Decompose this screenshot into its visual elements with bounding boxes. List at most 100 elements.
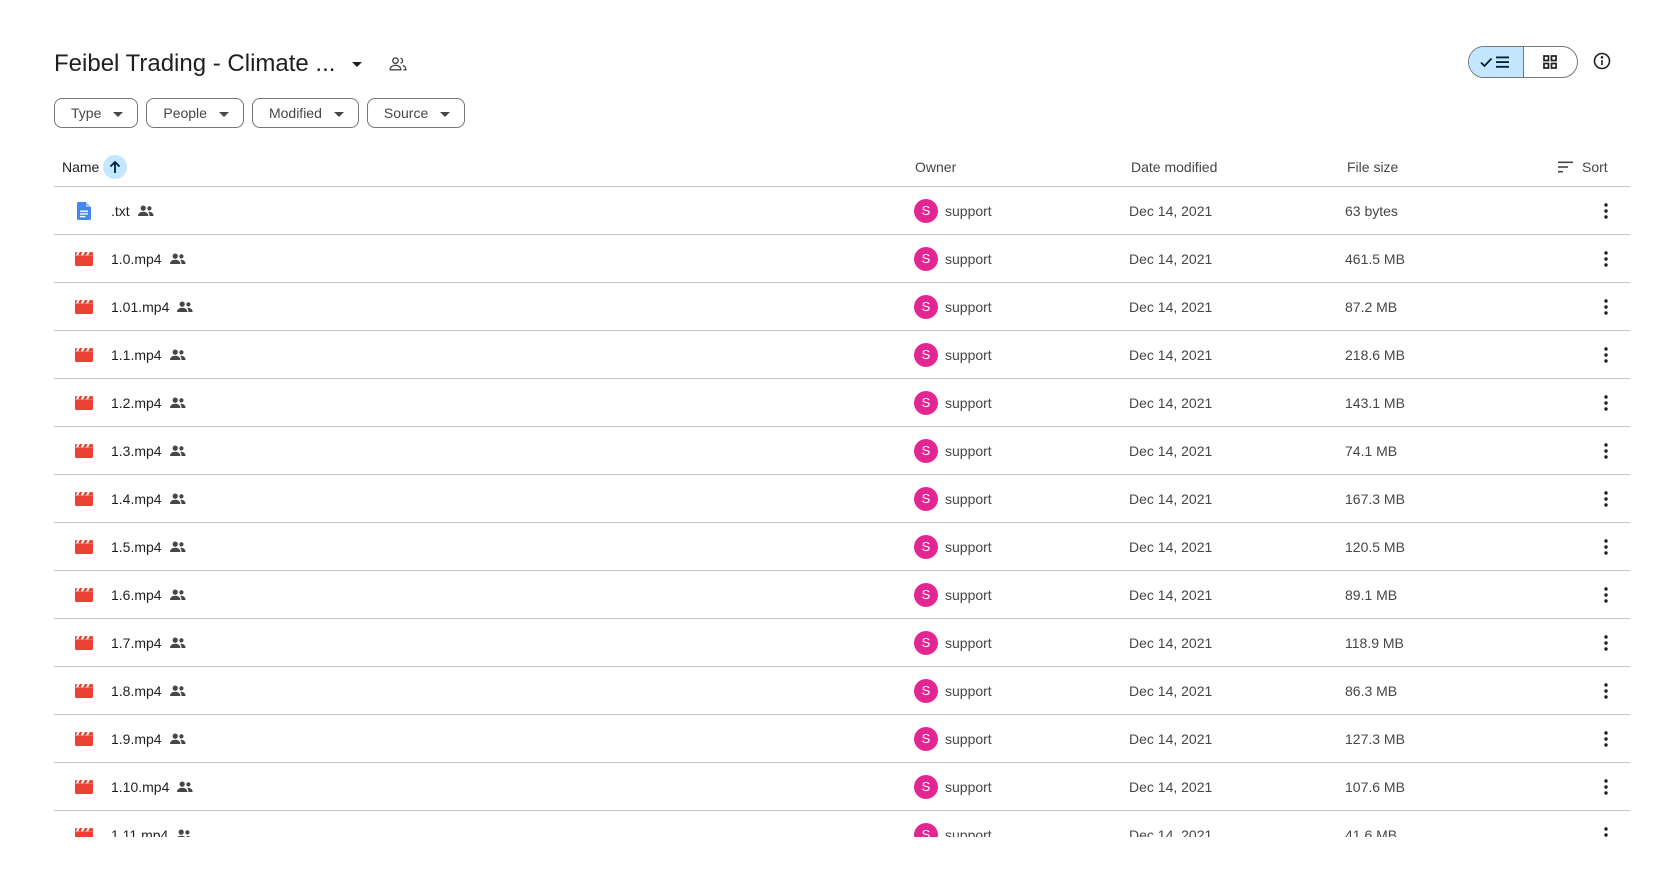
table-row[interactable]: 1.5.mp4 Ssupport Dec 14, 2021 120.5 MB xyxy=(54,523,1630,571)
file-name-cell[interactable]: 1.3.mp4 xyxy=(111,427,186,474)
file-size: 86.3 MB xyxy=(1345,682,1398,699)
more-vert-icon[interactable] xyxy=(1594,811,1618,837)
info-icon[interactable] xyxy=(1590,49,1614,73)
column-header-name[interactable]: Name xyxy=(62,148,128,186)
owner-cell: Ssupport xyxy=(914,523,992,570)
column-header-file-size[interactable]: File size xyxy=(1347,148,1398,186)
owner-name: support xyxy=(945,202,992,219)
arrow-drop-down-icon xyxy=(218,105,229,121)
file-name-cell[interactable]: 1.10.mp4 xyxy=(111,763,193,810)
file-name-cell[interactable]: 1.11.mp4 xyxy=(111,811,192,837)
avatar: S xyxy=(914,630,938,655)
filter-chip-type[interactable]: Type xyxy=(54,98,139,128)
list-view-button[interactable] xyxy=(1469,47,1524,77)
more-vert-icon[interactable] xyxy=(1594,523,1618,570)
chip-label: Modified xyxy=(268,105,322,121)
more-vert-icon[interactable] xyxy=(1594,571,1618,618)
table-row[interactable]: 1.10.mp4 Ssupport Dec 14, 2021 107.6 MB xyxy=(54,763,1630,811)
file-name: .txt xyxy=(111,202,130,219)
file-name: 1.1.mp4 xyxy=(111,346,162,363)
file-name-cell[interactable]: 1.01.mp4 xyxy=(111,283,193,330)
more-vert-icon[interactable] xyxy=(1594,235,1618,282)
arrow-upward-icon[interactable] xyxy=(103,155,128,179)
more-vert-icon[interactable] xyxy=(1594,283,1618,330)
file-name: 1.8.mp4 xyxy=(111,682,162,699)
file-name-cell[interactable]: 1.6.mp4 xyxy=(111,571,186,618)
owner-cell: Ssupport xyxy=(914,571,992,618)
video-icon xyxy=(74,715,94,762)
filter-chip-source[interactable]: Source xyxy=(366,98,466,128)
arrow-drop-down-icon xyxy=(333,105,344,121)
file-name-cell[interactable]: 1.9.mp4 xyxy=(111,715,186,762)
owner-name: support xyxy=(945,250,992,267)
table-row[interactable]: 1.3.mp4 Ssupport Dec 14, 2021 74.1 MB xyxy=(54,427,1630,475)
file-name-cell[interactable]: 1.7.mp4 xyxy=(111,619,186,666)
owner-cell: Ssupport xyxy=(914,715,992,762)
table-row[interactable]: 1.11.mp4 Ssupport Dec 14, 2021 41.6 MB xyxy=(54,811,1630,837)
shared-icon xyxy=(177,781,193,793)
file-name-cell[interactable]: 1.2.mp4 xyxy=(111,379,186,426)
more-vert-icon[interactable] xyxy=(1594,187,1618,234)
file-name-cell[interactable]: 1.8.mp4 xyxy=(111,667,186,714)
more-vert-icon[interactable] xyxy=(1594,667,1618,714)
file-name-cell[interactable]: 1.4.mp4 xyxy=(111,475,186,522)
file-name-cell[interactable]: 1.1.mp4 xyxy=(111,331,186,378)
file-size: 41.6 MB xyxy=(1345,826,1398,838)
grid-view-button[interactable] xyxy=(1524,47,1578,77)
table-row[interactable]: 1.4.mp4 Ssupport Dec 14, 2021 167.3 MB xyxy=(54,475,1630,523)
people-outline-icon[interactable] xyxy=(387,53,409,75)
folder-title[interactable]: Feibel Trading - Climate ... xyxy=(54,50,335,78)
table-row[interactable]: 1.0.mp4 Ssupport Dec 14, 2021 461.5 MB xyxy=(54,235,1630,283)
table-row[interactable]: .txt Ssupport Dec 14, 2021 63 bytes xyxy=(54,187,1630,235)
more-vert-icon[interactable] xyxy=(1594,475,1618,522)
file-name: 1.7.mp4 xyxy=(111,634,162,651)
shared-icon xyxy=(169,685,186,697)
file-name-cell[interactable]: 1.0.mp4 xyxy=(111,235,186,282)
sort-button[interactable]: Sort xyxy=(1558,148,1608,186)
owner-name: support xyxy=(945,442,992,459)
video-icon xyxy=(74,811,94,837)
more-vert-icon[interactable] xyxy=(1594,715,1618,762)
file-name-cell[interactable]: 1.5.mp4 xyxy=(111,523,186,570)
owner-name: support xyxy=(945,298,992,315)
more-vert-icon[interactable] xyxy=(1594,379,1618,426)
more-vert-icon[interactable] xyxy=(1594,331,1618,378)
arrow-drop-down-icon xyxy=(113,105,124,121)
owner-cell: Ssupport xyxy=(914,667,992,714)
shared-icon xyxy=(177,301,193,313)
column-header-label: Name xyxy=(62,159,100,175)
file-name: 1.4.mp4 xyxy=(111,490,162,507)
table-row[interactable]: 1.8.mp4 Ssupport Dec 14, 2021 86.3 MB xyxy=(54,667,1630,715)
arrow-drop-down-icon[interactable] xyxy=(345,52,369,76)
filter-chip-modified[interactable]: Modified xyxy=(251,98,359,128)
avatar: S xyxy=(914,486,938,511)
owner-cell: Ssupport xyxy=(914,763,992,810)
table-row[interactable]: 1.9.mp4 Ssupport Dec 14, 2021 127.3 MB xyxy=(54,715,1630,763)
shared-icon xyxy=(169,493,186,505)
shared-icon xyxy=(176,829,192,837)
table-row[interactable]: 1.6.mp4 Ssupport Dec 14, 2021 89.1 MB xyxy=(54,571,1630,619)
arrow-drop-down-icon xyxy=(440,105,451,121)
sort-label: Sort xyxy=(1582,159,1608,175)
filter-chip-people[interactable]: People xyxy=(146,98,244,128)
avatar: S xyxy=(914,294,938,319)
avatar: S xyxy=(914,534,938,559)
video-icon xyxy=(74,283,94,330)
table-row[interactable]: 1.2.mp4 Ssupport Dec 14, 2021 143.1 MB xyxy=(54,379,1630,427)
table-row[interactable]: 1.01.mp4 Ssupport Dec 14, 2021 87.2 MB xyxy=(54,283,1630,331)
avatar: S xyxy=(914,774,938,799)
view-toggle xyxy=(1468,46,1578,78)
more-vert-icon[interactable] xyxy=(1594,763,1618,810)
date-modified: Dec 14, 2021 xyxy=(1129,826,1213,838)
table-row[interactable]: 1.1.mp4 Ssupport Dec 14, 2021 218.6 MB xyxy=(54,331,1630,379)
column-header-date-modified[interactable]: Date modified xyxy=(1131,148,1217,186)
avatar: S xyxy=(914,582,938,607)
list-view-icon xyxy=(1495,56,1509,68)
table-row[interactable]: 1.7.mp4 Ssupport Dec 14, 2021 118.9 MB xyxy=(54,619,1630,667)
document-icon xyxy=(74,187,94,234)
more-vert-icon[interactable] xyxy=(1594,427,1618,474)
owner-cell: Ssupport xyxy=(914,283,992,330)
file-name-cell[interactable]: .txt xyxy=(111,187,154,234)
date-modified: Dec 14, 2021 xyxy=(1129,778,1213,795)
more-vert-icon[interactable] xyxy=(1594,619,1618,666)
